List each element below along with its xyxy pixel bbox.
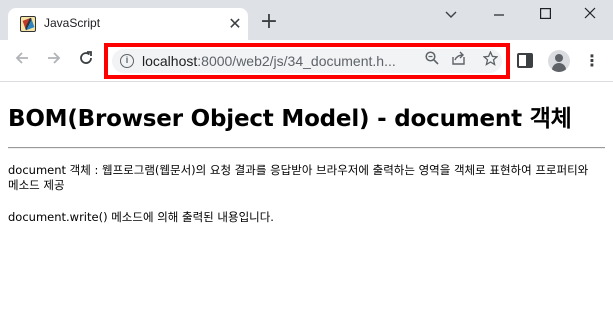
chevron-down-icon[interactable]	[431, 4, 471, 26]
page-title: BOM(Browser Object Model) - document 객체	[8, 106, 572, 132]
profile-avatar-icon[interactable]	[548, 50, 570, 72]
address-bar-field[interactable]: i localhost:8000/web2/js/34_document.h..…	[112, 49, 502, 73]
tab-title: JavaScript	[44, 16, 101, 30]
page-content: BOM(Browser Object Model) - document 객체 …	[0, 83, 613, 314]
browser-window: JavaScript ✕ + i localhost:8000/web2/js/…	[0, 0, 613, 314]
document-write-output: document.write() 메소드에 의해 출력된 내용입니다.	[8, 210, 274, 224]
reload-icon[interactable]	[74, 49, 98, 73]
share-icon[interactable]	[449, 51, 469, 71]
minimize-icon[interactable]	[479, 4, 519, 26]
forward-arrow-icon[interactable]	[42, 49, 66, 73]
javascript-favicon-icon	[20, 16, 36, 32]
tab-javascript[interactable]: JavaScript ✕	[8, 8, 248, 40]
new-tab-button[interactable]: +	[258, 11, 280, 34]
horizontal-rule	[8, 147, 605, 149]
address-bar[interactable]: i localhost:8000/web2/js/34_document.h..…	[104, 43, 510, 79]
close-icon[interactable]	[570, 4, 610, 26]
maximize-icon[interactable]	[525, 4, 565, 26]
site-info-icon[interactable]: i	[120, 54, 134, 68]
url-path: :8000/web2/js/34_document.h...	[197, 53, 396, 69]
side-panel-icon[interactable]	[517, 53, 533, 68]
document-object-description: document 객체 : 웹프로그램(웹문서)의 요청 결과를 응답받아 브라…	[8, 163, 589, 192]
kebab-menu-icon[interactable]: ⋮	[584, 50, 600, 72]
bookmark-star-icon[interactable]	[480, 50, 500, 71]
url-host: localhost	[142, 53, 198, 69]
tab-strip: JavaScript ✕ +	[0, 0, 613, 40]
tab-close-icon[interactable]: ✕	[226, 15, 244, 33]
url-text[interactable]: localhost:8000/web2/js/34_document.h...	[142, 53, 396, 69]
browser-toolbar: i localhost:8000/web2/js/34_document.h..…	[0, 40, 613, 82]
zoom-icon[interactable]	[422, 51, 442, 71]
back-arrow-icon[interactable]	[10, 49, 34, 73]
